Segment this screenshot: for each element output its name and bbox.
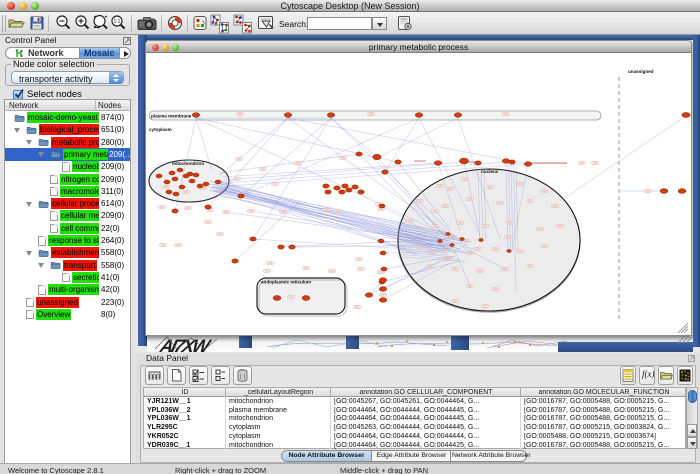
svg-text:cytoplasm: cytoplasm [149,127,172,132]
svg-text:nucleus: nucleus [481,169,499,174]
svg-text:endoplasmic reticulum: endoplasmic reticulum [261,280,311,285]
svg-text:mitochondrion: mitochondrion [172,161,204,166]
svg-text:1:1: 1:1 [114,19,121,25]
svg-text:plasma membrane: plasma membrane [151,114,192,119]
svg-text:unassigned: unassigned [628,69,654,74]
